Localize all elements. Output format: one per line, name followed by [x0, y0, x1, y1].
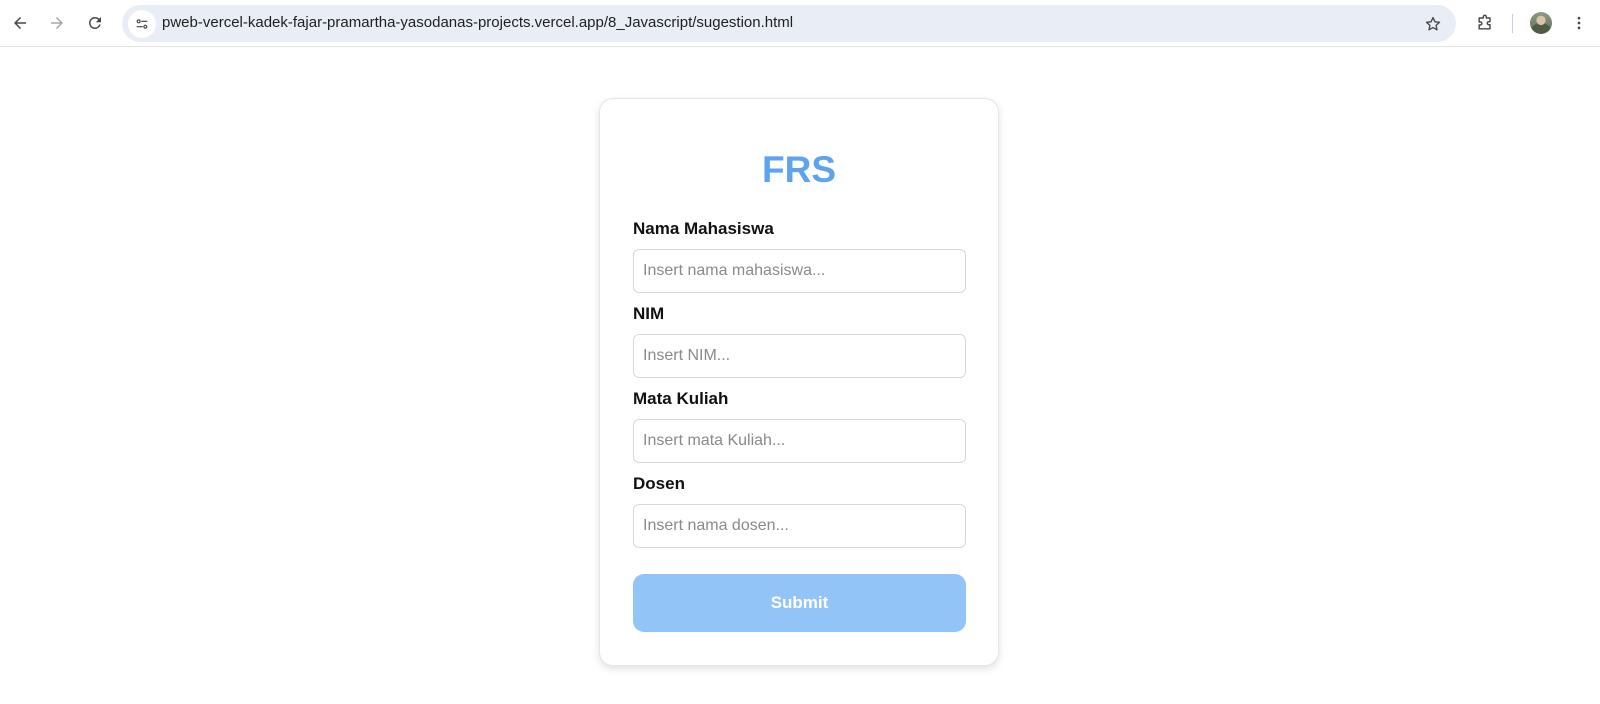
page-title: FRS — [762, 149, 836, 190]
mata-kuliah-label: Mata Kuliah — [633, 389, 729, 408]
reload-icon — [88, 16, 101, 29]
url-text[interactable]: pweb-vercel-kadek-fajar-pramartha-yasoda… — [162, 14, 793, 31]
site-info-button[interactable] — [128, 10, 156, 38]
forward-button[interactable] — [42, 8, 72, 38]
site-settings-icon — [136, 19, 148, 29]
nim-input[interactable] — [633, 334, 966, 378]
dosen-label: Dosen — [633, 474, 685, 493]
menu-button[interactable] — [1564, 8, 1594, 38]
dosen-input[interactable] — [633, 504, 966, 548]
reload-button[interactable] — [80, 8, 110, 38]
back-arrow-icon — [14, 17, 26, 29]
extensions-button[interactable] — [1470, 8, 1500, 38]
frs-form-card: FRS Nama Mahasiswa NIM Mata Kuliah Dosen… — [599, 98, 999, 666]
bookmark-button[interactable] — [1418, 9, 1448, 39]
nim-label: NIM — [633, 304, 665, 323]
nama-mahasiswa-label: Nama Mahasiswa — [633, 219, 774, 238]
avatar[interactable] — [1530, 12, 1552, 34]
back-button[interactable] — [5, 8, 35, 38]
submit-button[interactable]: Submit — [633, 574, 966, 632]
browser-toolbar: pweb-vercel-kadek-fajar-pramartha-yasoda… — [0, 0, 1600, 47]
star-icon — [1425, 16, 1441, 31]
toolbar-divider — [1512, 14, 1513, 33]
forward-arrow-icon — [51, 17, 63, 29]
nama-mahasiswa-input[interactable] — [633, 249, 966, 293]
mata-kuliah-input[interactable] — [633, 419, 966, 463]
address-bar[interactable]: pweb-vercel-kadek-fajar-pramartha-yasoda… — [122, 5, 1456, 42]
puzzle-icon — [1478, 14, 1491, 30]
kebab-menu-icon — [1577, 16, 1581, 30]
